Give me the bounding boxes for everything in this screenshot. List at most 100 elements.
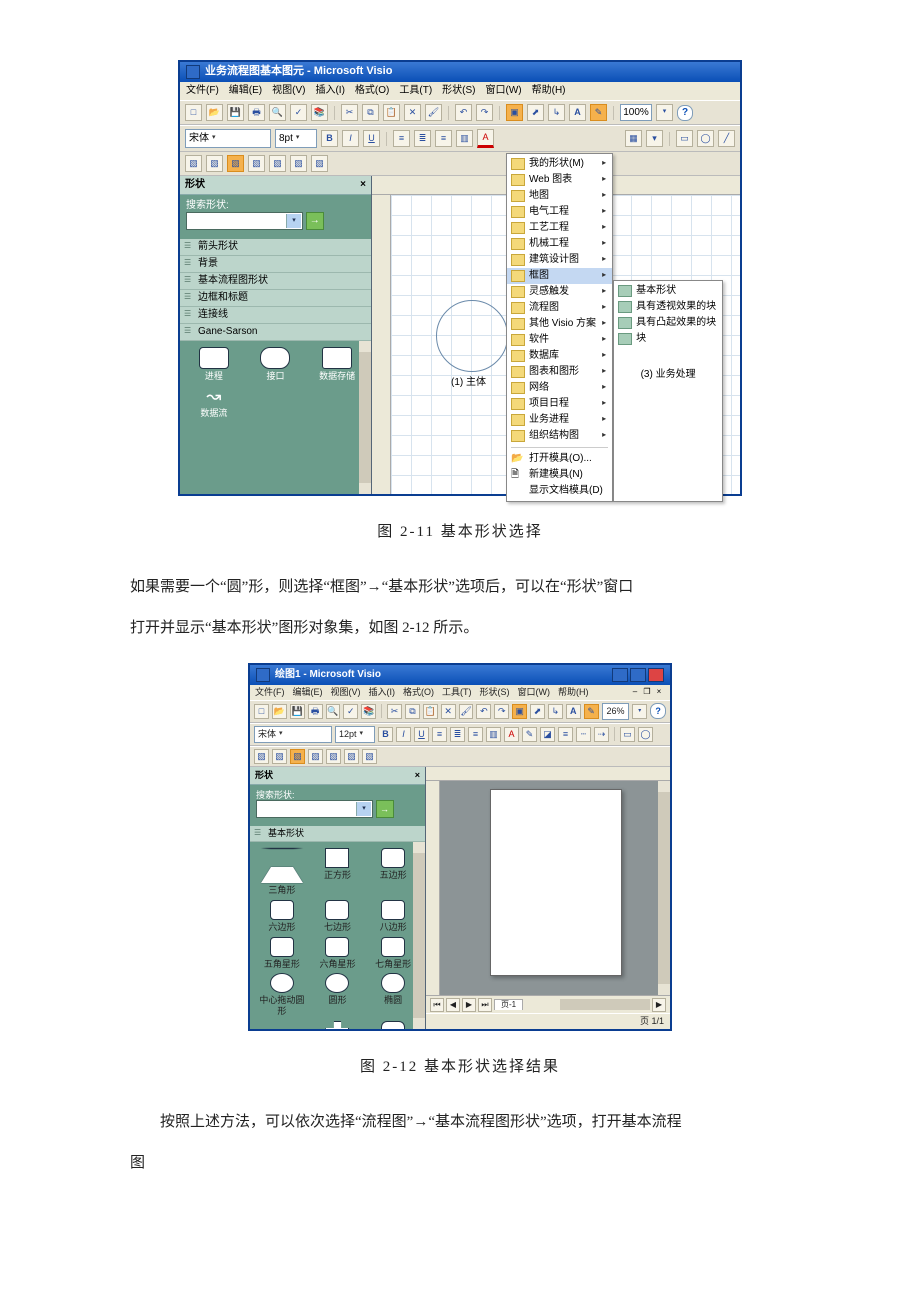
master-dataflow[interactable]: 数据流 [186,386,242,419]
cut-icon[interactable]: ✂ [341,104,358,121]
paste-icon[interactable]: 📋 [423,704,438,719]
new-icon[interactable]: □ [185,104,202,121]
save-icon[interactable]: 💾 [227,104,244,121]
copy-icon[interactable]: ⧉ [362,104,379,121]
new-icon[interactable]: □ [254,704,269,719]
master-circle[interactable]: 圆形 [312,973,364,1017]
master-datastore[interactable]: 数据存储 [309,347,365,382]
help-icon[interactable]: ? [650,703,666,719]
ellipse-tool-icon[interactable]: ◯ [697,130,714,147]
undo-icon[interactable]: ↶ [455,104,472,121]
help-icon[interactable]: ? [677,105,693,121]
close-icon[interactable] [648,668,664,682]
scroll-right-icon[interactable]: ▶ [652,998,666,1012]
rectangle-tool-icon[interactable]: ▭ [620,727,635,742]
mi-block-diagram[interactable]: 框图▸ [507,268,612,284]
font-size-dropdown[interactable]: 12pt ▾ [335,726,375,743]
fill-color-icon[interactable]: ◪ [540,727,555,742]
mi-mech-eng[interactable]: 机械工程▸ [507,236,612,252]
close-icon[interactable]: × [360,179,366,191]
menu-window[interactable]: 窗口(W) [486,85,522,97]
paste-icon[interactable]: 📋 [383,104,400,121]
mdi-minimize-icon[interactable]: – [630,687,640,697]
tb-icon[interactable]: ▧ [290,749,305,764]
tb-icon-6[interactable]: ▧ [290,155,307,172]
connector-icon[interactable]: ↳ [548,704,563,719]
tb-icon[interactable]: ▧ [326,749,341,764]
undo-icon[interactable]: ↶ [476,704,491,719]
mi-process-eng[interactable]: 工艺工程▸ [507,220,612,236]
text-tool-icon[interactable]: A [569,104,586,121]
mi-software[interactable]: 软件▸ [507,332,612,348]
font-name-dropdown[interactable]: 宋体 ▾ [185,129,271,148]
stencil-borders-titles[interactable]: 边框和标题 [180,290,371,307]
stencil-connectors[interactable]: 连接线 [180,307,371,324]
ink-icon[interactable]: ✎ [584,704,599,719]
prev-page-icon[interactable]: ◀ [446,998,460,1012]
open-icon[interactable]: 📂 [272,704,287,719]
zoom-dropdown-icon[interactable]: ▾ [656,104,673,121]
align-left-icon[interactable]: ≡ [432,727,447,742]
search-go-button[interactable]: → [306,212,324,230]
tb-icon-7[interactable]: ▧ [311,155,328,172]
zoom-field[interactable]: 26% [602,703,630,720]
menu-format[interactable]: 格式(O) [403,687,434,698]
redo-icon[interactable]: ↷ [476,104,493,121]
shapes-button-icon[interactable]: ▣ [512,704,527,719]
master-process[interactable]: 进程 [186,347,242,382]
scrollbar[interactable] [359,341,371,494]
menu-file[interactable]: 文件(F) [255,687,285,698]
mi-my-shapes[interactable]: 我的形状(M)▸ [507,156,612,172]
menu-help[interactable]: 帮助(H) [532,85,566,97]
page-tab[interactable]: 页-1 [494,999,523,1010]
text-tool-icon[interactable]: A [566,704,581,719]
stencil-basic-flowchart[interactable]: 基本流程图形状 [180,273,371,290]
mdi-close-icon[interactable]: × [654,687,664,697]
ink-tool-icon[interactable]: ✎ [590,104,607,121]
menu-help[interactable]: 帮助(H) [558,687,589,698]
maximize-icon[interactable] [630,668,646,682]
mi-org-chart[interactable]: 组织结构图▸ [507,428,612,444]
master-heptagon[interactable]: 七边形 [312,900,364,933]
format-painter-icon[interactable]: 🖌 [425,104,442,121]
tb-icon-4[interactable]: ▧ [248,155,265,172]
circle-shape-on-canvas[interactable] [436,300,508,372]
bold-icon[interactable]: B [378,727,393,742]
connector-tool-icon[interactable]: ↳ [548,104,565,121]
search-input[interactable]: ▾ [256,800,373,818]
master-pentagon[interactable]: 五边形 [367,848,419,896]
tb-icon-2[interactable]: ▧ [206,155,223,172]
align-center-icon[interactable]: ≣ [414,130,431,147]
research-icon[interactable]: 📚 [311,104,328,121]
menu-shapes[interactable]: 形状(S) [480,687,510,698]
tb-icon-1[interactable]: ▧ [185,155,202,172]
preview-icon[interactable]: 🔍 [269,104,286,121]
vertical-scrollbar[interactable] [658,781,670,995]
mi-show-doc-stencil[interactable]: 显示文档模具(D) [507,483,612,499]
master-star5[interactable]: 五角星形 [256,937,308,970]
next-page-icon[interactable]: ▶ [462,998,476,1012]
tb-icon[interactable]: ▧ [308,749,323,764]
mi-database[interactable]: 数据库▸ [507,348,612,364]
menu-window[interactable]: 窗口(W) [518,687,551,698]
distribute-icon[interactable]: ▥ [456,130,473,147]
chevron-down-icon[interactable]: ▾ [286,214,301,228]
align-left-icon[interactable]: ≡ [393,130,410,147]
bold-icon[interactable]: B [321,130,338,147]
tb-icon[interactable]: ▧ [254,749,269,764]
horizontal-scrollbar[interactable] [560,999,650,1010]
menu-insert[interactable]: 插入(I) [315,85,344,97]
master-triangle[interactable]: 三角形 [256,848,308,896]
tb-icon-5[interactable]: ▧ [269,155,286,172]
pointer-tool-icon[interactable]: ⬈ [530,704,545,719]
zoom-dropdown-icon[interactable]: ▾ [632,704,647,719]
preview-icon[interactable]: 🔍 [326,704,341,719]
menu-insert[interactable]: 插入(I) [369,687,396,698]
format-painter-icon[interactable]: 🖌 [459,704,474,719]
pointer-tool-icon[interactable]: ⬈ [527,104,544,121]
menu-view[interactable]: 视图(V) [331,687,361,698]
master-interface[interactable]: 接口 [248,347,304,382]
stencil-arrow-shapes[interactable]: 箭头形状 [180,239,371,256]
font-name-dropdown[interactable]: 宋体 ▾ [254,726,332,743]
mi-electrical[interactable]: 电气工程▸ [507,204,612,220]
